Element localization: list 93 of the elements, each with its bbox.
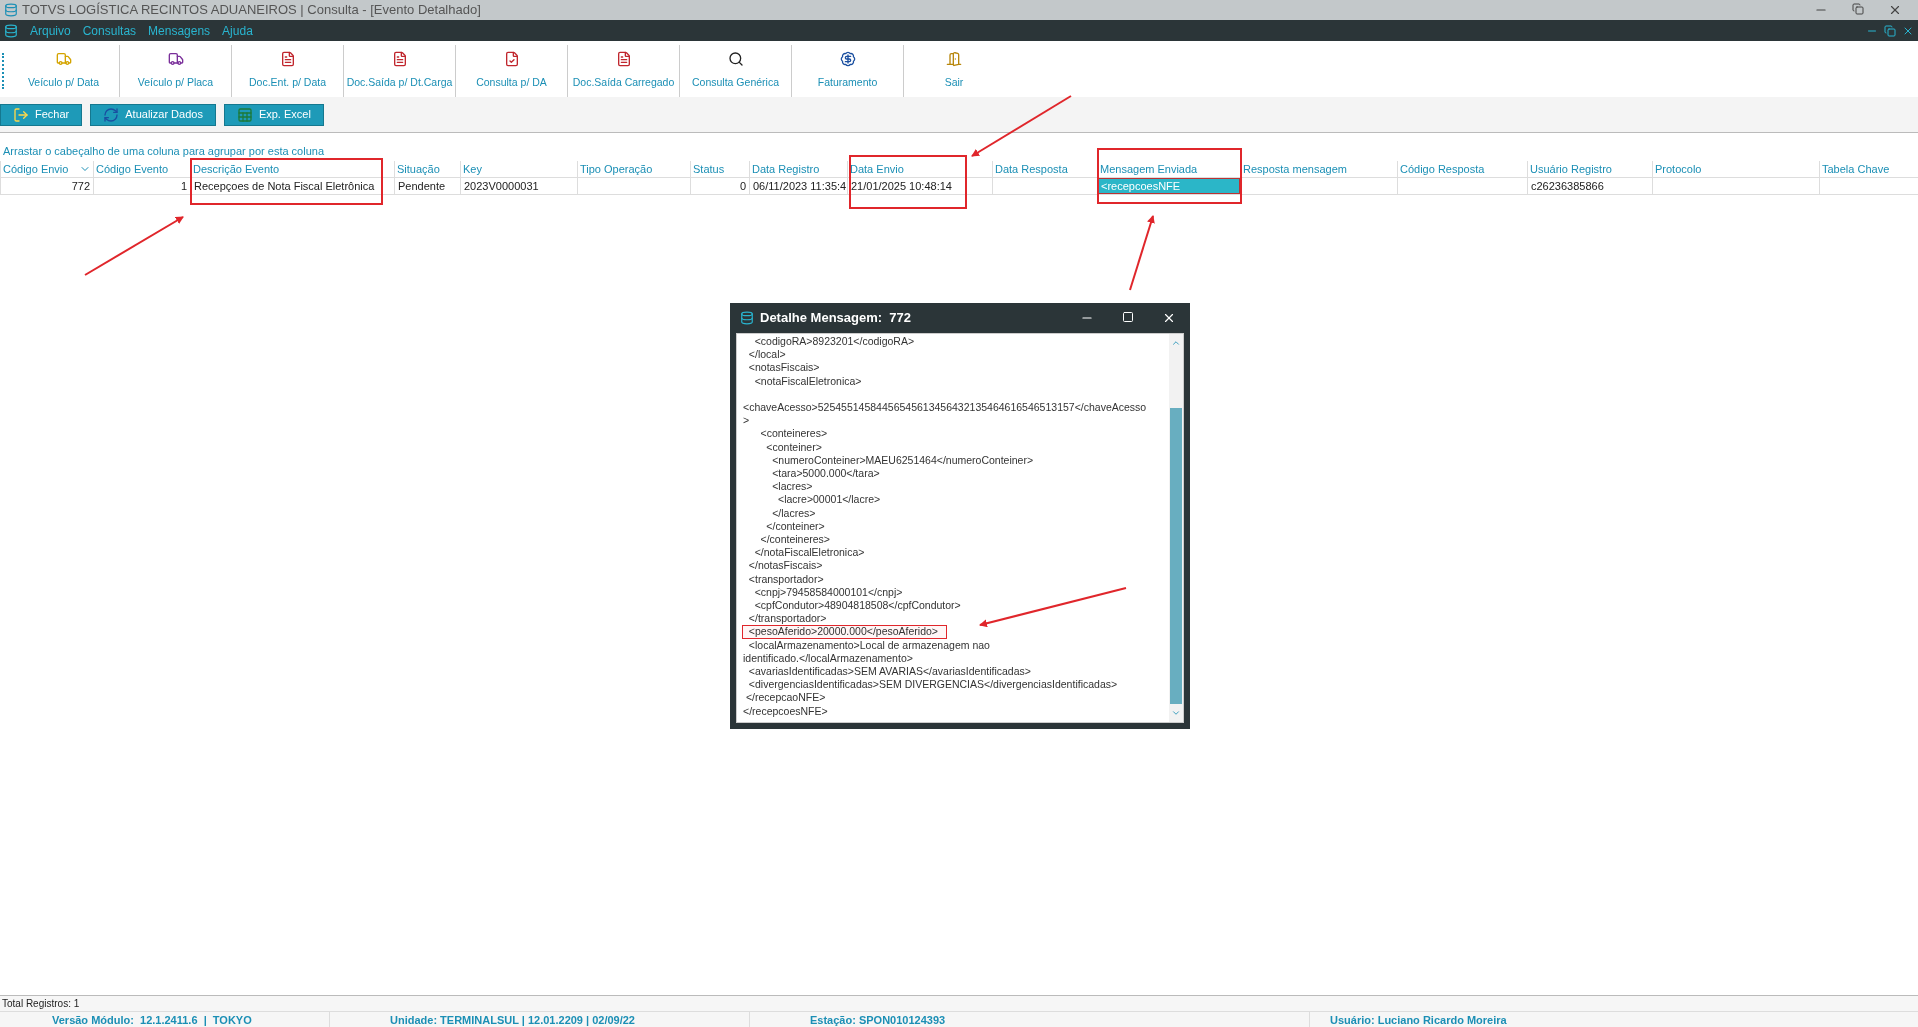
xml-line: <lacre>00001</lacre>: [777, 493, 882, 507]
xml-line: <divergenciasIdentificadas>SEM DIVERGENCIAS</divergenciasIdentificadas>: [747, 678, 1119, 692]
close-icon[interactable]: [1888, 3, 1902, 17]
document-check-icon: [503, 51, 520, 68]
xml-line: <cpfCondutor>48904818508</cpfCondutor>: [753, 599, 962, 613]
table-cell: Recepçoes de Nota Fiscal Eletrônica: [190, 178, 394, 194]
table-cell: 06/11/2023 11:35:4: [749, 178, 847, 194]
scrollbar-thumb[interactable]: [1170, 408, 1182, 704]
menu-item[interactable]: Arquivo: [30, 21, 71, 40]
scroll-down-icon[interactable]: [1171, 708, 1181, 718]
action-button[interactable]: Atualizar Dados: [90, 103, 216, 126]
xml-line: </recepcaoNFE>: [744, 691, 827, 705]
status-text: Unidade: TERMINALSUL | 12.01.2209 | 02/09/22: [390, 1013, 635, 1027]
database-icon: [740, 311, 754, 325]
xml-line: </notaFiscalEletronica>: [753, 546, 866, 560]
column-header[interactable]: Data Registro: [749, 161, 847, 177]
column-header[interactable]: Status: [690, 161, 749, 177]
xml-line: <cnpj>79458584000101</cnpj>: [753, 585, 904, 600]
column-header[interactable]: Código Resposta: [1397, 161, 1527, 177]
xml-line: <lacres>: [771, 480, 814, 494]
xml-line: </local>: [747, 348, 787, 362]
spreadsheet-icon: [236, 106, 253, 123]
column-header[interactable]: Situação: [394, 161, 460, 177]
xml-line: <notasFiscais>: [747, 361, 821, 375]
column-header[interactable]: Key: [460, 161, 577, 177]
total-records: Total Registros: 1: [2, 997, 80, 1011]
action-button[interactable]: Fechar: [0, 103, 83, 126]
column-header[interactable]: Usuário Registro: [1527, 161, 1652, 177]
xml-line: </conteiner>: [765, 519, 826, 534]
truck-icon: [55, 51, 72, 68]
xml-line: <conteineres>: [759, 427, 829, 441]
toolbar-button[interactable]: Sair: [904, 45, 1004, 97]
restore-icon[interactable]: [1852, 3, 1864, 15]
document-icon: [391, 51, 408, 68]
xml-line: <tara>5000.000</tara>: [771, 467, 881, 481]
table-cell: 772: [0, 178, 93, 194]
status-text: Versão Módulo: 12.1.2411.6 | TOKYO: [52, 1013, 252, 1027]
status-text: Estação: SPON010124393: [810, 1013, 946, 1027]
search-icon: [727, 51, 744, 68]
action-button[interactable]: Exp. Excel: [223, 103, 324, 126]
xml-line: <notaFiscalEletronica>: [753, 374, 863, 388]
table-cell: 0: [690, 178, 749, 194]
scrollbar[interactable]: [1169, 334, 1183, 722]
xml-line: <numeroConteiner>MAEU6251464</numeroConteiner>: [771, 453, 1035, 467]
database-icon: [4, 23, 18, 38]
table-cell: 21/01/2025 10:48:14: [847, 178, 992, 194]
column-header[interactable]: Mensagem Enviada: [1097, 161, 1240, 177]
window-title: TOTVS LOGÍSTICA RECINTOS ADUANEIROS | Consulta - [Evento Detalhado]: [22, 1, 481, 20]
restore-icon[interactable]: [1884, 24, 1896, 37]
menu-item[interactable]: Mensagens: [148, 21, 211, 40]
column-header[interactable]: Resposta mensagem: [1240, 161, 1397, 177]
table-cell: 1: [93, 178, 190, 194]
scroll-up-icon[interactable]: [1171, 338, 1181, 348]
document-icon: [615, 51, 632, 68]
xml-line: </transportador>: [747, 612, 828, 626]
truck-icon: [167, 51, 184, 68]
xml-line: <avariasIdentificadas>SEM AVARIAS</avariasIdentificadas>: [747, 665, 1032, 679]
xml-line: <transportador>: [747, 572, 825, 586]
column-header[interactable]: Código Envio: [0, 161, 93, 177]
xml-line: </lacres>: [771, 506, 817, 520]
menu-item[interactable]: Ajuda: [222, 21, 253, 40]
xml-line: </notasFiscais>: [747, 559, 824, 573]
database-icon: [4, 3, 18, 17]
column-header[interactable]: Tabela Chave: [1819, 161, 1915, 177]
xml-line: </recepcoesNFE>: [742, 704, 829, 718]
table-cell: Pendente: [394, 178, 460, 194]
column-header[interactable]: Tipo Operação: [577, 161, 690, 177]
table-cell: c26236385866: [1527, 178, 1652, 194]
xml-line: <chaveAcesso>52545514584456545613456432135464616546513157</chaveAcesso: [742, 401, 1148, 415]
menu-item[interactable]: Consultas: [82, 21, 137, 40]
xml-line: identificado.</localArmazenamento>: [742, 651, 914, 666]
table-cell: <recepcoesNFE: [1097, 178, 1240, 194]
coin-icon: [839, 51, 856, 68]
close-icon[interactable]: [1162, 311, 1176, 325]
group-hint: Arrastar o cabeçalho de uma coluna para agrupar por esta coluna: [3, 143, 325, 159]
status-text: Usuário: Luciano Ricardo Moreira: [1330, 1013, 1507, 1027]
table-cell: 2023V0000031: [460, 178, 577, 194]
xml-line: <codigoRA>8923201</codigoRA>: [753, 335, 916, 349]
exit-icon: [13, 106, 29, 123]
column-header[interactable]: Data Resposta: [992, 161, 1097, 177]
xml-line: <conteiner>: [765, 440, 823, 454]
dialog-title: Detalhe Mensagem: 772: [760, 309, 911, 328]
maximize-icon[interactable]: [1122, 311, 1134, 323]
document-icon: [279, 51, 296, 68]
door-icon: [946, 51, 962, 68]
xml-line: </conteineres>: [759, 533, 831, 547]
column-header[interactable]: Data Envio: [847, 161, 992, 177]
xml-line: >: [742, 414, 751, 428]
column-header[interactable]: Código Evento: [93, 161, 190, 177]
column-header[interactable]: Protocolo: [1652, 161, 1819, 177]
column-header[interactable]: Descrição Evento: [190, 161, 394, 177]
xml-line: <localArmazenamento>Local de armazenagem nao: [747, 638, 991, 652]
refresh-icon: [103, 106, 120, 123]
